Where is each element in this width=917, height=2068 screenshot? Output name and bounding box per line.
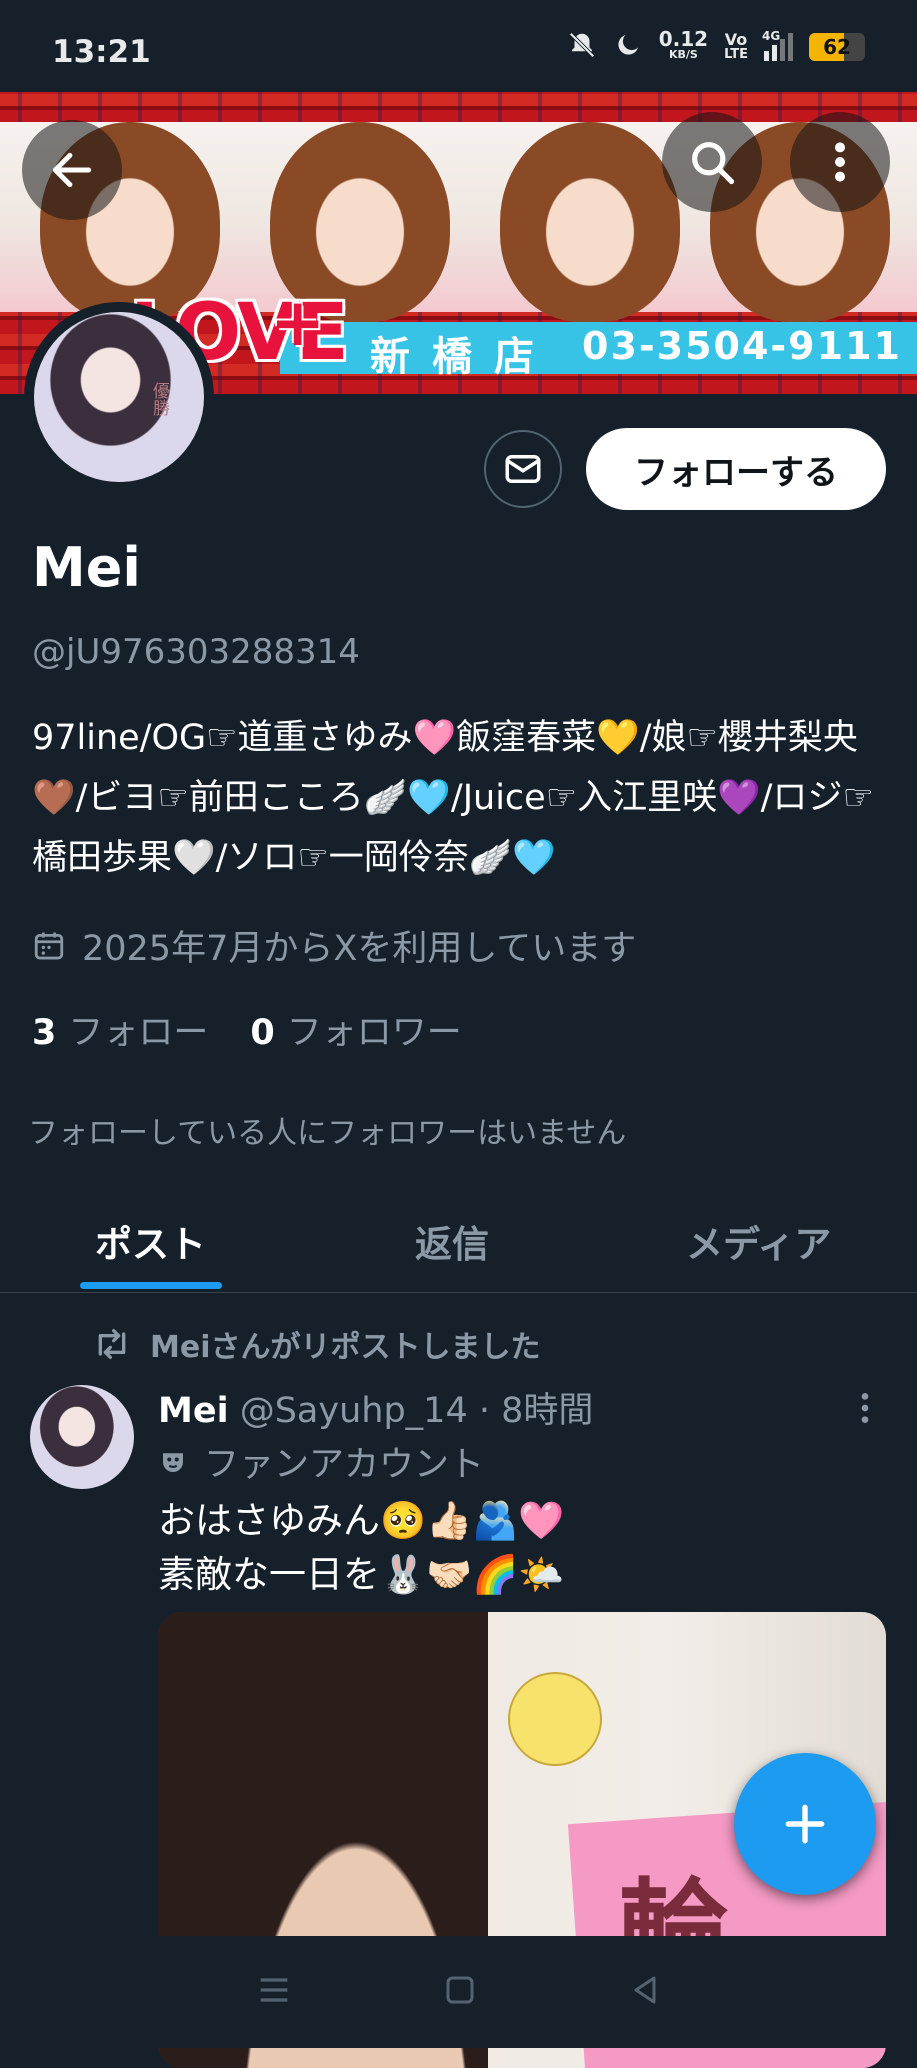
tab-posts[interactable]: ポスト	[95, 1214, 206, 1268]
banner-logo-plus: +	[270, 284, 326, 361]
fan-account-text: ファンアカウント	[204, 1445, 485, 1485]
post-author-avatar[interactable]	[30, 1385, 134, 1489]
banner-photo-strip	[0, 122, 917, 322]
calendar-icon	[34, 932, 64, 959]
battery-indicator: 62	[809, 33, 865, 61]
followers-link[interactable]: 0 フォロワー	[250, 1004, 461, 1055]
menu-nav-button[interactable]	[254, 1973, 294, 2011]
more-options-button[interactable]	[790, 112, 890, 212]
system-nav-bar	[0, 1936, 917, 2048]
volte-indicator: Vo LTE	[724, 30, 748, 63]
square-icon	[446, 1976, 474, 2004]
status-icons: 0.12 KB/S Vo LTE 4G 62	[567, 27, 865, 64]
status-time: 13:21	[52, 34, 151, 70]
join-date-text: 2025年7月からXを利用しています	[82, 929, 637, 969]
search-icon	[692, 142, 735, 185]
fan-account-label: ファンアカウント	[158, 1436, 484, 1487]
post-text-line: 素敵な一日を🐰🤝🏻🌈🌤️	[158, 1553, 565, 1596]
post-header: Mei @Sayuhp_14 · 8時間	[158, 1382, 593, 1433]
profile-name: Mei	[32, 536, 141, 599]
mask-icon	[163, 1452, 183, 1472]
following-link[interactable]: 3 フォロー	[32, 1004, 208, 1055]
avatar-image: 優勝	[34, 312, 204, 482]
plus-icon	[785, 1804, 825, 1844]
tab-replies[interactable]: 返信	[415, 1214, 489, 1268]
join-date: 2025年7月からXを利用しています	[32, 920, 636, 971]
menu-icon	[260, 1978, 288, 2002]
profile-bio: 97line/OG☞道重さゆみ🩷飯窪春菜💛/娘☞櫻井梨央🤎/ビヨ☞前田こころ🪽🩵…	[32, 718, 874, 878]
post-more-button[interactable]	[852, 1388, 878, 1432]
profile-avatar[interactable]: 優勝	[24, 302, 214, 492]
profile-handle: @jU976303288314	[32, 632, 360, 672]
post-text-line: おはさゆみん🥺👍🏻🫂🩷	[158, 1499, 565, 1542]
avatar-badge: 優勝	[149, 382, 169, 416]
follow-counts: 3 フォロー 0 フォロワー	[32, 1004, 462, 1055]
net-speed: 0.12 KB/S	[658, 27, 709, 61]
more-vertical-icon	[835, 142, 845, 182]
mutual-followers-note: フォローしている人にフォロワーはいません	[28, 1116, 627, 1151]
triangle-back-icon	[634, 1976, 656, 2004]
signal-icon: 4G	[762, 29, 793, 61]
repost-icon	[98, 1328, 126, 1359]
post-author-meta: @Sayuhp_14 · 8時間	[239, 1391, 594, 1431]
banner-portrait	[500, 122, 680, 322]
post-text: おはさゆみん🥺👍🏻🫂🩷 素敵な一日を🐰🤝🏻🌈🌤️	[158, 1494, 564, 1602]
follow-button[interactable]: フォローする	[586, 428, 886, 510]
repost-context: Meiさんがリポストしました	[92, 1322, 540, 1366]
banner-shop-name: 新橋店	[370, 334, 556, 380]
compose-button[interactable]	[734, 1753, 876, 1895]
repost-label: Meiさんがリポストしました	[150, 1330, 541, 1365]
banner-phone: 03-3504-9111	[582, 324, 902, 368]
back-nav-button[interactable]	[627, 1972, 663, 2012]
home-nav-button[interactable]	[442, 1972, 478, 2012]
arrow-left-icon	[52, 152, 92, 188]
search-button[interactable]	[662, 112, 762, 212]
profile-tabs: ポスト 返信 メディア	[0, 1190, 917, 1293]
more-vertical-icon	[861, 1393, 869, 1423]
media-sun-sticker	[508, 1672, 602, 1766]
active-tab-indicator	[80, 1282, 222, 1289]
message-button[interactable]	[484, 430, 562, 508]
status-bar: 13:21 0.12 KB/S Vo LTE 4G 62	[0, 0, 917, 92]
mute-bell-icon	[567, 30, 597, 64]
back-button[interactable]	[22, 120, 122, 220]
moon-icon	[613, 30, 643, 64]
post-author-name[interactable]: Mei	[158, 1391, 229, 1431]
tab-media[interactable]: メディア	[686, 1214, 831, 1268]
mail-icon	[505, 455, 541, 483]
